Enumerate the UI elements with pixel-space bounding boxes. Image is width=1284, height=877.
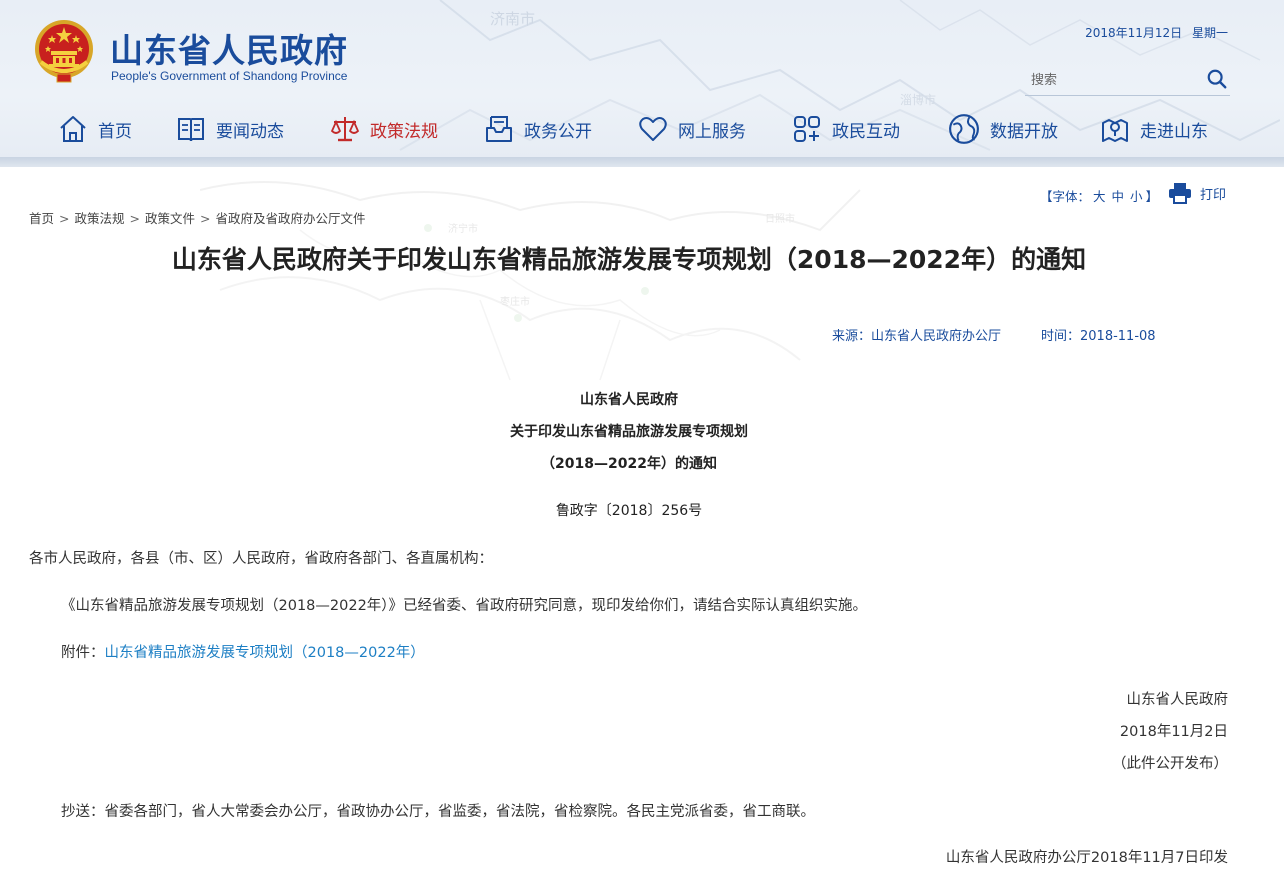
nav-item-news[interactable]: 要闻动态 <box>176 108 284 150</box>
font-size-small[interactable]: 小 <box>1130 186 1143 205</box>
attachment-link[interactable]: 山东省精品旅游发展专项规划（2018—2022年） <box>105 645 425 661</box>
svg-text:济南市: 济南市 <box>490 10 535 28</box>
nav-item-home[interactable]: 首页 <box>58 108 132 150</box>
print-button[interactable]: 打印 <box>1168 182 1226 204</box>
document-number: 鲁政字〔2018〕256号 <box>555 503 703 519</box>
nav-item-policy[interactable]: 政策法规 <box>330 108 438 150</box>
attachment-paragraph: 附件：山东省精品旅游发展专项规划（2018—2022年） <box>61 641 425 662</box>
body-paragraph: 《山东省精品旅游发展专项规划（2018—2022年）》已经省委、省政府研究同意，… <box>61 598 868 614</box>
date-text: 2018年11月12日 <box>1085 26 1183 40</box>
font-size-close-label: 】 <box>1145 189 1159 204</box>
nav-label-shandong: 走进山东 <box>1140 121 1208 142</box>
home-icon <box>60 116 86 142</box>
nav-item-interaction[interactable]: 政民互动 <box>792 108 900 150</box>
search-icon[interactable] <box>1206 68 1228 90</box>
site-subtitle: People's Government of Shandong Province <box>111 69 348 83</box>
inbox-icon <box>486 116 512 142</box>
svg-text:枣庄市: 枣庄市 <box>500 295 530 308</box>
nav-label-interaction: 政民互动 <box>832 121 900 142</box>
map-pin-icon <box>1102 119 1128 142</box>
document-heading-line2: 关于印发山东省精品旅游发展专项规划 <box>510 424 748 440</box>
header-divider <box>0 157 1284 167</box>
national-emblem-logo <box>35 20 93 83</box>
print-label: 打印 <box>1200 187 1227 203</box>
breadcrumb-policy-docs[interactable]: 政策文件 <box>145 211 195 226</box>
newspaper-icon <box>178 118 204 142</box>
nav-label-data: 数据开放 <box>990 121 1058 142</box>
article-time: 时间：2018-11-08 <box>1041 329 1156 344</box>
main-navigation: 首页 要闻动态 政策法规 政务公开 网上服务 政民互动 数据开放 走进山东 <box>0 108 1284 150</box>
signature-date: 2018年11月2日 <box>1119 724 1228 740</box>
svg-text:济宁市: 济宁市 <box>448 222 478 235</box>
publish-note: （此件公开发布） <box>1112 756 1228 772</box>
article-meta: 来源：山东省人民政府办公厅 时间：2018-11-08 <box>832 325 1156 344</box>
nav-label-affairs: 政务公开 <box>524 121 592 142</box>
nav-label-home: 首页 <box>98 121 132 142</box>
scales-icon <box>330 117 360 142</box>
map-watermark-decoration: 济宁市 日照市 枣庄市 <box>200 181 861 381</box>
printer-icon <box>1169 183 1191 204</box>
issue-line: 山东省人民政府办公厅2018年11月7日印发 <box>945 850 1228 866</box>
nav-item-affairs[interactable]: 政务公开 <box>484 108 592 150</box>
nav-label-policy: 政策法规 <box>370 121 438 142</box>
font-size-open-label: 【字体： <box>1040 189 1091 204</box>
nav-label-services: 网上服务 <box>678 121 746 142</box>
font-size-large[interactable]: 大 <box>1093 186 1106 205</box>
nav-item-shandong[interactable]: 走进山东 <box>1100 108 1208 150</box>
article-source: 来源：山东省人民政府办公厅 <box>832 329 1002 344</box>
svg-text:淄博市: 淄博市 <box>900 92 936 107</box>
attachment-label: 附件： <box>61 645 105 661</box>
search-box <box>1025 64 1230 96</box>
signature: 山东省人民政府 <box>1126 692 1229 708</box>
font-size-medium[interactable]: 中 <box>1112 186 1125 205</box>
font-size-selector: 【字体： 大 中 小 】 <box>1040 186 1158 205</box>
heart-icon <box>639 117 667 141</box>
site-title[interactable]: 山东省人民政府 <box>110 24 348 72</box>
breadcrumb-policy[interactable]: 政策法规 <box>75 211 125 226</box>
cc-paragraph: 抄送：省委各部门，省人大常委会办公厅，省政协办公厅，省监委，省法院，省检察院。各… <box>61 804 815 820</box>
site-header: 济南市 淄博市 山东省人民政府 People's Government of S… <box>0 0 1284 160</box>
recipients-paragraph: 各市人民政府，各县（市、区）人民政府，省政府各部门、各直属机构： <box>29 551 493 567</box>
breadcrumb-provincial-docs[interactable]: 省政府及省政府办公厅文件 <box>216 211 366 226</box>
globe-icon <box>949 114 979 144</box>
article-title: 山东省人民政府关于印发山东省精品旅游发展专项规划（2018—2022年）的通知 <box>171 245 1087 274</box>
nav-label-news: 要闻动态 <box>216 121 284 142</box>
weekday-text: 星期一 <box>1191 26 1228 40</box>
nav-item-data[interactable]: 数据开放 <box>948 108 1058 150</box>
svg-text:日照市: 日照市 <box>765 212 795 225</box>
current-date: 2018年11月12日 星期一 <box>1085 24 1228 41</box>
breadcrumb-home[interactable]: 首页 <box>29 211 54 226</box>
interaction-icon <box>794 116 820 142</box>
nav-item-services[interactable]: 网上服务 <box>638 108 746 150</box>
search-input[interactable] <box>1031 70 1201 90</box>
document-heading-line1: 山东省人民政府 <box>580 392 678 408</box>
breadcrumb: 首页 > 政策法规 > 政策文件 > 省政府及省政府办公厅文件 <box>29 211 366 226</box>
document-heading-line3: （2018—2022年）的通知 <box>541 456 717 472</box>
